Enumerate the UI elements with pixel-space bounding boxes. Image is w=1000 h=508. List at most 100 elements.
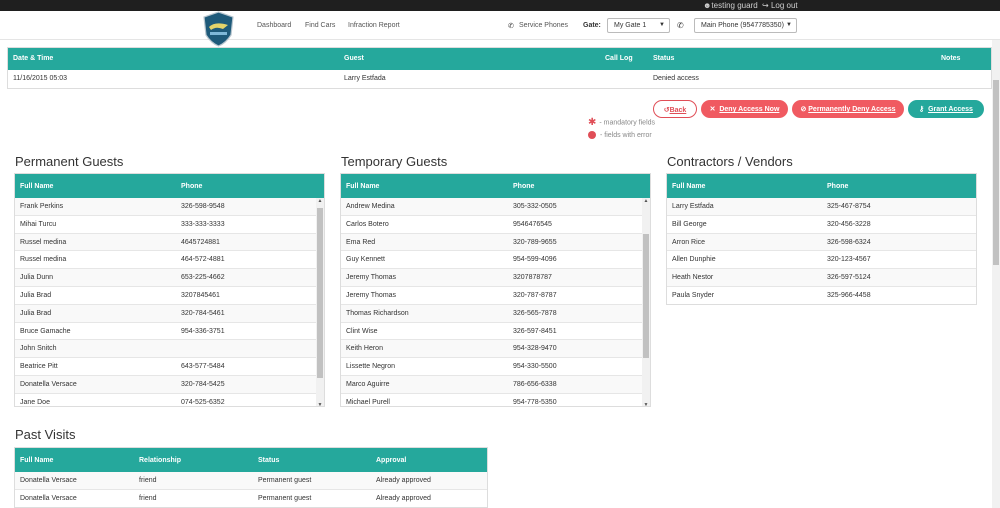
cell: 954-778-5350	[513, 398, 557, 406]
cell: 954-599-4096	[513, 256, 557, 264]
table-row[interactable]: Keith Heron 954-328-9470	[341, 340, 650, 359]
table-row[interactable]: Bill George 320-456-3228	[667, 216, 976, 234]
cell: Clint Wise	[346, 327, 378, 335]
col-full-name: Full Name	[672, 183, 706, 190]
back-button[interactable]: ↺Back	[653, 100, 697, 118]
temporary-guests-title: Temporary Guests	[341, 154, 448, 169]
temporary-scrollbar[interactable]: ▲ ▼	[642, 198, 650, 406]
table-row[interactable]: Russel medina 464-572-4881	[15, 251, 324, 270]
ban-icon: ⊘	[800, 106, 807, 113]
logo-shield-icon[interactable]	[202, 11, 235, 47]
temporary-guests-table: Full Name Phone Andrew Medina 305-332-050…	[340, 173, 651, 407]
table-row[interactable]: Allen Dunphie 320-123-4567	[667, 251, 976, 270]
table-row[interactable]: Michael Purell 954-778-5350	[341, 394, 650, 406]
table-row[interactable]: Beatrice Pitt 643-577-5484	[15, 358, 324, 376]
table-row[interactable]: Bruce Gamache 954-336-3751	[15, 323, 324, 341]
col-approval: Approval	[376, 457, 407, 464]
cell: 320-787-8787	[513, 291, 557, 299]
cell: 325-467-8754	[827, 203, 871, 210]
deny-label: Deny Access Now	[719, 106, 780, 113]
table-row[interactable]: Julia Brad 320-784-5461	[15, 304, 324, 323]
cell: Already approved	[376, 477, 431, 484]
scroll-thumb[interactable]	[317, 208, 323, 378]
table-row[interactable]: Larry Estfada 325-467-8754	[667, 198, 976, 216]
table-row[interactable]: John Snitch	[15, 340, 324, 359]
grant-label: Grant Access	[928, 106, 973, 113]
gate-select[interactable]: My Gate 1 ▼	[607, 18, 670, 33]
table-row[interactable]: Guy Kennett 954-599-4096	[341, 251, 650, 270]
cell: 4645724881	[181, 238, 220, 246]
scroll-down-icon[interactable]: ▼	[642, 402, 650, 406]
error-legend: - fields with error	[588, 131, 652, 139]
cell: 3207878787	[513, 274, 552, 282]
phone-select[interactable]: Main Phone (9547785350) ▼	[694, 18, 797, 33]
visit-table-header: Date & Time Guest Call Log Status Notes	[8, 48, 991, 70]
page-scroll-thumb[interactable]	[993, 80, 999, 265]
permanently-deny-button[interactable]: ⊘ Permanently Deny Access	[792, 100, 904, 118]
table-row[interactable]: Frank Perkins 326-598-9548	[15, 198, 324, 216]
table-row[interactable]: Jane Doe 074-525-6352	[15, 394, 324, 406]
table-row[interactable]: Ema Red 320-789-9655	[341, 233, 650, 252]
table-row[interactable]: Thomas Richardson 326-565-7878	[341, 304, 650, 323]
cell: Permanent guest	[258, 477, 312, 484]
cell: 320-456-3228	[827, 220, 871, 228]
grant-access-button[interactable]: ⚷ Grant Access	[908, 100, 984, 118]
table-row[interactable]: Donatella Versace friend Permanent guest Al…	[15, 472, 487, 490]
service-phones-link[interactable]: Service Phones	[519, 22, 568, 29]
scroll-up-icon[interactable]: ▲	[316, 198, 324, 204]
cell: 320-784-5461	[181, 309, 225, 317]
scroll-thumb[interactable]	[643, 234, 649, 358]
logout-link[interactable]: ↪ Log out	[762, 1, 798, 10]
cell: 326-598-9548	[181, 203, 225, 210]
main-nav: Dashboard Find Cars Infraction Report ✆ …	[0, 11, 1000, 47]
cell: Arron Rice	[672, 238, 706, 246]
table-row[interactable]: Heath Nestor 326-597-5124	[667, 269, 976, 287]
table-row[interactable]: Mihai Turcu 333-333-3333	[15, 216, 324, 234]
table-row[interactable]: Arron Rice 326-598-6324	[667, 233, 976, 252]
cell: Donatella Versace	[20, 494, 77, 502]
scroll-down-icon[interactable]: ▼	[316, 402, 324, 406]
cell: 326-597-5124	[827, 274, 871, 282]
table-row[interactable]: Donatella Versace friend Permanent guest Al…	[15, 490, 487, 507]
col-phone: Phone	[181, 183, 203, 190]
col-phone: Phone	[827, 183, 849, 190]
temporary-rows: Andrew Medina 305-332-0505 Carlos Botero 95…	[341, 198, 650, 406]
nav-infraction-report[interactable]: Infraction Report	[348, 22, 400, 29]
table-row[interactable]: Julia Dunn 653-225-4662	[15, 269, 324, 287]
cell: friend	[139, 494, 157, 502]
deny-access-button[interactable]: ✕ Deny Access Now	[701, 100, 788, 118]
permanent-scrollbar[interactable]: ▲ ▼	[316, 198, 324, 406]
table-row[interactable]: Paula Snyder 325-966-4458	[667, 287, 976, 304]
cell: Russel medina	[20, 256, 67, 264]
visit-log-table: Date & Time Guest Call Log Status Notes …	[7, 47, 992, 89]
table-row[interactable]: Andrew Medina 305-332-0505	[341, 198, 650, 216]
table-row[interactable]: Marco Aguirre 786-656-6338	[341, 375, 650, 394]
contractors-table: Full Name Phone Larry Estfada 325-467-875…	[666, 173, 977, 305]
cell: 325-966-4458	[827, 291, 871, 299]
cell: Permanent guest	[258, 494, 312, 502]
visit-status: Denied access	[653, 75, 699, 82]
cell: 643-577-5484	[181, 363, 225, 371]
scroll-up-icon[interactable]: ▲	[642, 198, 650, 204]
cell: Allen Dunphie	[672, 256, 716, 264]
table-row[interactable]: Lissette Negron 954-330-5500	[341, 358, 650, 376]
table-row[interactable]: Julia Brad 3207845461	[15, 287, 324, 305]
cell: 320-784-5425	[181, 380, 225, 388]
page-scrollbar[interactable]	[992, 40, 1000, 508]
cell: Keith Heron	[346, 345, 383, 353]
cell: Paula Snyder	[672, 291, 715, 299]
table-row[interactable]: Russel medina 4645724881	[15, 233, 324, 252]
key-icon: ⚷	[919, 106, 925, 113]
nav-dashboard[interactable]: Dashboard	[257, 22, 291, 29]
cell: Jeremy Thomas	[346, 274, 397, 282]
cell: Mihai Turcu	[20, 220, 57, 228]
table-row[interactable]: Clint Wise 326-597-8451	[341, 323, 650, 341]
col-relationship: Relationship	[139, 457, 182, 464]
user-label[interactable]: ☻testing guard	[703, 1, 758, 10]
table-row[interactable]: Jeremy Thomas 3207878787	[341, 269, 650, 287]
cell: 954-336-3751	[181, 327, 225, 335]
table-row[interactable]: Jeremy Thomas 320-787-8787	[341, 287, 650, 305]
table-row[interactable]: Donatella Versace 320-784-5425	[15, 375, 324, 394]
table-row[interactable]: Carlos Botero 9546476545	[341, 216, 650, 234]
nav-find-cars[interactable]: Find Cars	[305, 22, 335, 29]
